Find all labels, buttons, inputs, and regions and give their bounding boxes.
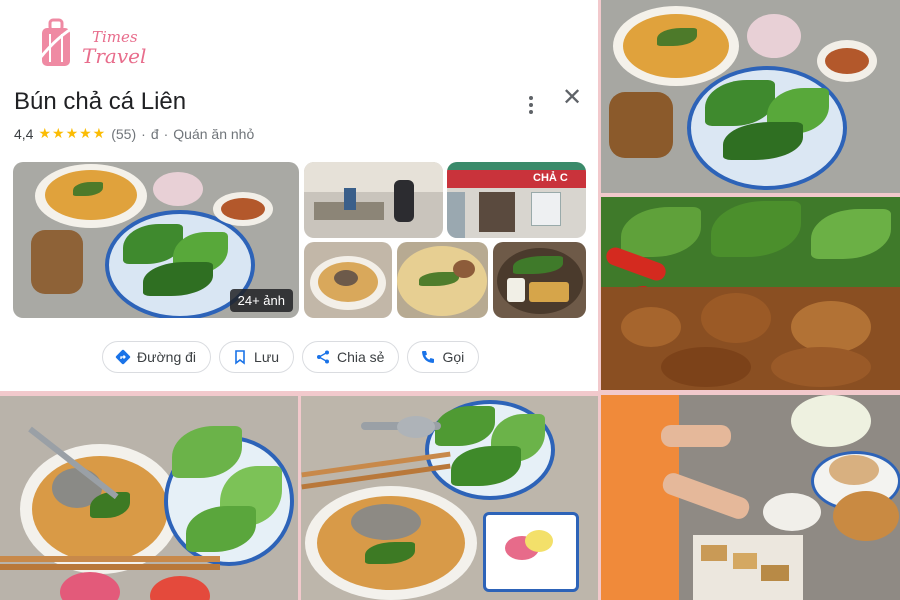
review-count[interactable]: (55) xyxy=(111,126,136,142)
close-icon[interactable]: ✕ xyxy=(558,84,586,112)
gallery-photo-interior[interactable] xyxy=(304,162,443,238)
gallery-photo-soup[interactable] xyxy=(304,242,392,318)
price-level: đ xyxy=(150,125,159,142)
photo-fried-fish-cake xyxy=(601,197,900,390)
storefront-sign: CHẢ C xyxy=(533,172,568,184)
gallery-photo-platter[interactable] xyxy=(493,242,586,318)
directions-button[interactable]: Đường đi xyxy=(102,341,212,373)
times-travel-logo: Times Travel xyxy=(38,18,148,74)
save-label: Lưu xyxy=(254,349,279,365)
gallery-main-photo[interactable]: 24+ ảnh xyxy=(13,162,299,318)
gallery-photo-noodles[interactable] xyxy=(397,242,488,318)
photo-noodle-bowl-herbs xyxy=(301,396,598,600)
share-icon xyxy=(316,350,329,364)
share-button[interactable]: Chia sẻ xyxy=(301,341,400,373)
gallery-photo-storefront[interactable]: CHẢ C xyxy=(447,162,586,238)
suitcase-icon xyxy=(38,18,77,66)
separator: · xyxy=(141,125,146,142)
call-button[interactable]: Gọi xyxy=(407,341,480,373)
bookmark-icon xyxy=(235,350,245,365)
photo-kitchen-prep xyxy=(601,395,900,600)
directions-icon xyxy=(115,349,131,365)
directions-label: Đường đi xyxy=(137,349,197,365)
action-buttons: Đường đi Lưu Chia sẻ Gọi xyxy=(102,341,480,373)
rating-value: 4,4 xyxy=(14,125,34,142)
more-options-icon[interactable] xyxy=(520,92,542,118)
photo-fish-noodle-soup xyxy=(0,396,298,600)
photo-bun-bowl-top-right xyxy=(601,0,900,193)
place-card: Times Travel Bún chả cá Liên ✕ 4,4 ★★★★★… xyxy=(0,0,598,391)
rating-stars: ★★★★★ xyxy=(38,125,107,141)
logo-line-2: Travel xyxy=(82,44,147,68)
more-photos-badge[interactable]: 24+ ảnh xyxy=(229,289,293,312)
place-category[interactable]: Quán ăn nhỏ xyxy=(173,126,254,142)
separator: · xyxy=(163,125,169,142)
place-meta: 4,4 ★★★★★ (55) · đ · Quán ăn nhỏ xyxy=(14,125,254,142)
logo-line-1: Times xyxy=(92,28,138,46)
phone-icon xyxy=(422,351,435,363)
logo-text: Times Travel xyxy=(82,28,147,68)
share-label: Chia sẻ xyxy=(336,349,385,365)
save-button[interactable]: Lưu xyxy=(219,341,294,373)
photo-gallery: 24+ ảnh CHẢ C xyxy=(13,162,586,318)
call-label: Gọi xyxy=(442,349,465,365)
place-title: Bún chả cá Liên xyxy=(14,88,187,115)
